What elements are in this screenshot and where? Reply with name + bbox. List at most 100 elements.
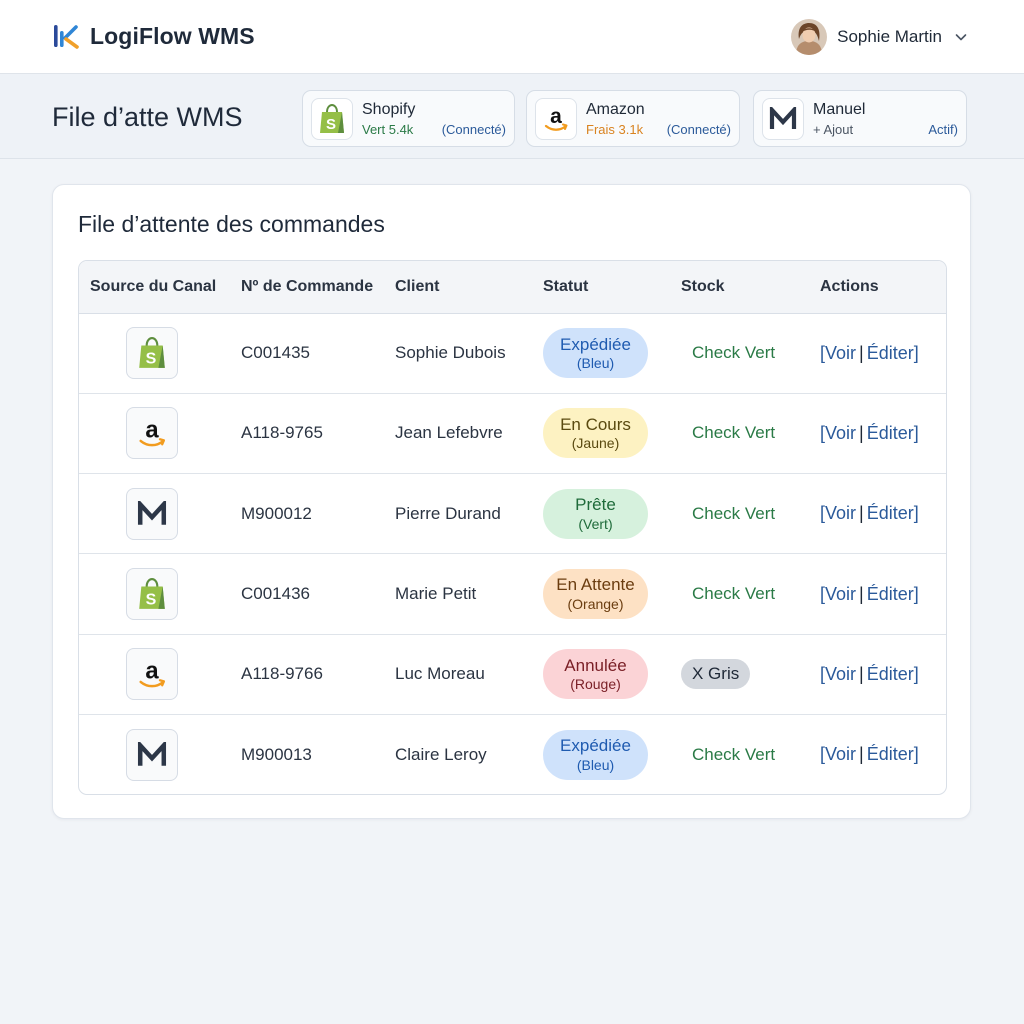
status-color-note: (Orange)	[567, 595, 624, 612]
channel-add[interactable]: + Ajout	[813, 122, 853, 137]
orders-table: Source du Canal Nº de Commande Client St…	[78, 260, 947, 795]
edit-link[interactable]: Éditer]	[867, 503, 919, 523]
status-label: En Cours	[560, 414, 631, 434]
orders-card: File d’attente des commandes Source du C…	[52, 184, 971, 819]
channel-card-manual[interactable]: Manuel + Ajout Actif)	[753, 90, 967, 147]
status-color-note: (Vert)	[578, 515, 613, 532]
column-header-stock[interactable]: Stock	[670, 261, 809, 314]
stock-status-unavailable: X Gris	[681, 659, 751, 690]
row-actions: [Voir | Éditer]	[820, 584, 919, 604]
client-name: Claire Leroy	[395, 744, 487, 764]
stock-status-ok: Check Vert	[692, 584, 776, 604]
svg-text:S: S	[326, 116, 336, 133]
status-badge: Expédiée (Bleu)	[543, 328, 648, 379]
edit-link[interactable]: Éditer]	[867, 664, 919, 684]
amazon-icon: a	[139, 417, 166, 447]
client-name: Sophie Dubois	[395, 343, 506, 363]
brand[interactable]: LogiFlow WMS	[52, 22, 255, 52]
manual-m-icon	[137, 500, 167, 525]
row-actions: [Voir | Éditer]	[820, 744, 919, 764]
action-separator: |	[859, 744, 864, 765]
client-name: Marie Petit	[395, 584, 477, 604]
channel-source-badge: a	[126, 407, 178, 460]
channel-source-badge: S	[126, 327, 178, 380]
column-header-order-number[interactable]: Nº de Commande	[230, 261, 384, 314]
shopify-icon: S	[139, 578, 165, 609]
order-number: A118-9765	[241, 423, 323, 443]
table-row[interactable]: a A118-9766 Luc Moreau Annulée (Rouge) X…	[79, 634, 946, 715]
view-link[interactable]: [Voir	[820, 664, 856, 684]
status-badge: Annulée (Rouge)	[543, 649, 648, 700]
channel-card-amazon[interactable]: a Amazon Frais 3.1k (Connecté)	[526, 90, 740, 147]
channel-card-shopify[interactable]: S Shopify Vert 5.4k (Connecté)	[302, 90, 515, 147]
edit-link[interactable]: Éditer]	[867, 423, 919, 443]
edit-link[interactable]: Éditer]	[867, 343, 919, 363]
row-actions: [Voir | Éditer]	[820, 664, 919, 684]
edit-link[interactable]: Éditer]	[867, 744, 919, 764]
row-actions: [Voir | Éditer]	[820, 343, 919, 363]
channel-name: Amazon	[586, 100, 645, 118]
stock-status-ok: Check Vert	[692, 343, 776, 363]
view-link[interactable]: [Voir	[820, 423, 856, 443]
table-body: S C001435 Sophie Dubois Expédiée (Bleu) …	[79, 313, 946, 794]
table-row[interactable]: S C001436 Marie Petit En Attente (Orange…	[79, 554, 946, 635]
channel-source-badge: a	[126, 648, 178, 701]
channel-name: Manuel	[813, 100, 866, 118]
table-row[interactable]: M900013 Claire Leroy Expédiée (Bleu) Che…	[79, 714, 946, 794]
column-header-source[interactable]: Source du Canal	[79, 261, 230, 314]
stock-status-ok: Check Vert	[692, 423, 776, 443]
logiflow-logo-icon	[54, 24, 79, 49]
action-separator: |	[859, 583, 864, 604]
table-row[interactable]: S C001435 Sophie Dubois Expédiée (Bleu) …	[79, 313, 946, 394]
svg-text:a: a	[145, 417, 159, 444]
view-link[interactable]: [Voir	[820, 584, 856, 604]
status-color-note: (Jaune)	[571, 435, 620, 452]
column-header-actions: Actions	[809, 261, 946, 314]
row-actions: [Voir | Éditer]	[820, 503, 919, 523]
svg-text:S: S	[146, 592, 157, 609]
channel-volume: Vert 5.4k	[362, 121, 414, 137]
row-actions: [Voir | Éditer]	[820, 423, 919, 443]
status-label: Prête	[575, 495, 616, 515]
manual-m-icon	[769, 106, 797, 129]
top-bar: LogiFlow WMS Sophie Martin	[0, 0, 1024, 74]
page-title: File d’atte WMS	[52, 102, 243, 132]
status-label: Annulée	[564, 655, 627, 675]
column-header-client[interactable]: Client	[384, 261, 532, 314]
channel-status: Actif)	[928, 121, 958, 137]
action-separator: |	[859, 503, 864, 524]
status-label: En Attente	[556, 575, 635, 595]
table-row[interactable]: a A118-9765 Jean Lefebvre En Cours (Jaun…	[79, 393, 946, 474]
stock-status-ok: Check Vert	[692, 744, 776, 764]
status-badge: Prête (Vert)	[543, 488, 648, 539]
user-name: Sophie Martin	[837, 26, 942, 46]
status-color-note: (Bleu)	[576, 354, 615, 371]
channel-name: Shopify	[362, 100, 416, 118]
view-link[interactable]: [Voir	[820, 744, 856, 764]
shopify-icon: S	[320, 103, 344, 133]
status-color-note: (Rouge)	[570, 676, 621, 693]
table-row[interactable]: M900012 Pierre Durand Prête (Vert) Check…	[79, 474, 946, 554]
stock-status-ok: Check Vert	[692, 503, 776, 523]
action-separator: |	[859, 663, 864, 684]
status-label: Expédiée	[560, 334, 631, 354]
user-menu[interactable]: Sophie Martin	[791, 18, 968, 55]
status-badge: En Attente (Orange)	[543, 569, 648, 620]
view-link[interactable]: [Voir	[820, 343, 856, 363]
client-name: Jean Lefebvre	[395, 423, 503, 443]
amazon-icon: a	[544, 105, 568, 131]
action-separator: |	[859, 342, 864, 363]
edit-link[interactable]: Éditer]	[867, 584, 919, 604]
order-number: M900013	[241, 744, 312, 764]
chevron-down-icon	[955, 33, 967, 40]
client-name: Luc Moreau	[395, 664, 485, 684]
column-header-status[interactable]: Statut	[532, 261, 670, 314]
order-number: M900012	[241, 503, 312, 523]
channel-source-badge	[126, 487, 178, 540]
status-color-note: (Bleu)	[576, 756, 615, 773]
order-number: C001436	[241, 584, 311, 604]
orders-title: File d’attente des commandes	[78, 211, 385, 237]
view-link[interactable]: [Voir	[820, 503, 856, 523]
shopify-icon: S	[139, 337, 165, 369]
status-label: Expédiée	[560, 736, 631, 756]
